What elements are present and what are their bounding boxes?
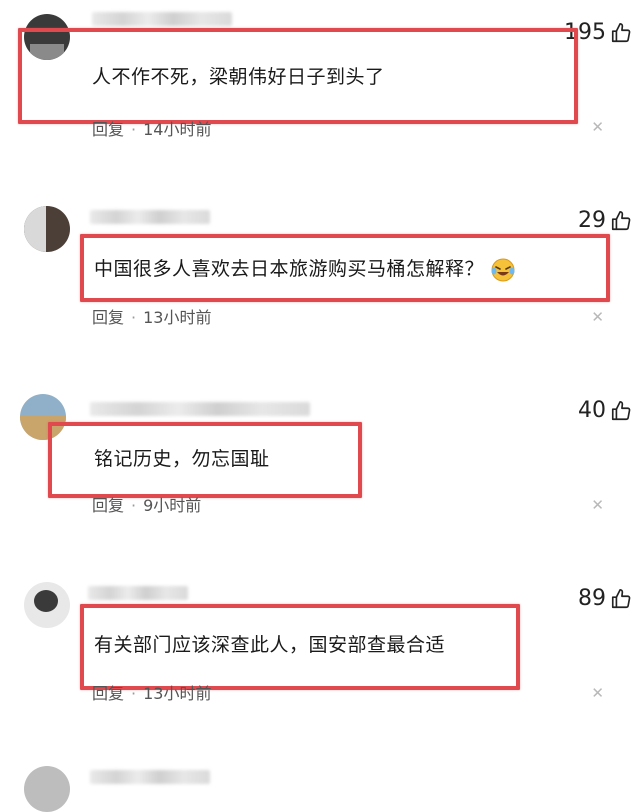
timestamp: 14小时前 xyxy=(143,120,212,139)
reply-button[interactable]: 回复 xyxy=(92,120,124,139)
comment-meta: 回复 · 13小时前 xyxy=(92,304,211,328)
comment-text: 人不作不死，梁朝伟好日子到头了 xyxy=(92,66,385,88)
laughing-crying-emoji xyxy=(491,258,515,281)
timestamp: 13小时前 xyxy=(143,684,212,703)
comment-text: 有关部门应该深查此人，国安部查最合适 xyxy=(94,634,446,656)
username-blurred[interactable] xyxy=(90,210,210,224)
timestamp: 9小时前 xyxy=(143,496,202,515)
timestamp: 13小时前 xyxy=(143,308,212,327)
username-blurred[interactable] xyxy=(88,586,188,600)
comment-text-content: 中国很多人喜欢去日本旅游购买马桶怎解释？ xyxy=(94,258,485,280)
comment-meta: 回复 · 9小时前 xyxy=(92,492,201,516)
comment-meta: 回复 · 14小时前 xyxy=(92,116,211,140)
separator-dot: · xyxy=(131,308,137,327)
comment-text: 中国很多人喜欢去日本旅游购买马桶怎解释？ xyxy=(94,254,516,283)
username-blurred[interactable] xyxy=(90,402,310,416)
like-count: 29 xyxy=(578,208,606,233)
comment-text: 铭记历史，勿忘国耻 xyxy=(94,448,270,470)
thumbs-up-icon[interactable] xyxy=(610,400,632,422)
thumbs-up-icon[interactable] xyxy=(610,22,632,44)
comment-item: 29 中国很多人喜欢去日本旅游购买马桶怎解释？ 回复 · 13小时前 ✕ xyxy=(0,170,640,370)
comment-item: 40 铭记历史，勿忘国耻 回复 · 9小时前 ✕ xyxy=(0,370,640,560)
username-blurred[interactable] xyxy=(92,12,232,26)
like-count: 89 xyxy=(578,586,606,611)
close-icon[interactable]: ✕ xyxy=(591,684,604,702)
separator-dot: · xyxy=(131,120,137,139)
close-icon[interactable]: ✕ xyxy=(591,308,604,326)
username-blurred[interactable] xyxy=(90,770,210,784)
comment-item: 195 人不作不死，梁朝伟好日子到头了 回复 · 14小时前 ✕ xyxy=(0,0,640,170)
separator-dot: · xyxy=(131,496,137,515)
avatar[interactable] xyxy=(24,582,70,628)
separator-dot: · xyxy=(131,684,137,703)
comment-item: 89 有关部门应该深查此人，国安部查最合适 回复 · 13小时前 ✕ xyxy=(0,560,640,812)
thumbs-up-icon[interactable] xyxy=(610,588,632,610)
reply-button[interactable]: 回复 xyxy=(92,684,124,703)
comment-meta: 回复 · 13小时前 xyxy=(92,680,211,704)
like-count: 40 xyxy=(578,398,606,423)
close-icon[interactable]: ✕ xyxy=(591,118,604,136)
avatar[interactable] xyxy=(24,206,70,252)
reply-button[interactable]: 回复 xyxy=(92,496,124,515)
thumbs-up-icon[interactable] xyxy=(610,210,632,232)
close-icon[interactable]: ✕ xyxy=(591,496,604,514)
reply-button[interactable]: 回复 xyxy=(92,308,124,327)
avatar[interactable] xyxy=(24,766,70,812)
